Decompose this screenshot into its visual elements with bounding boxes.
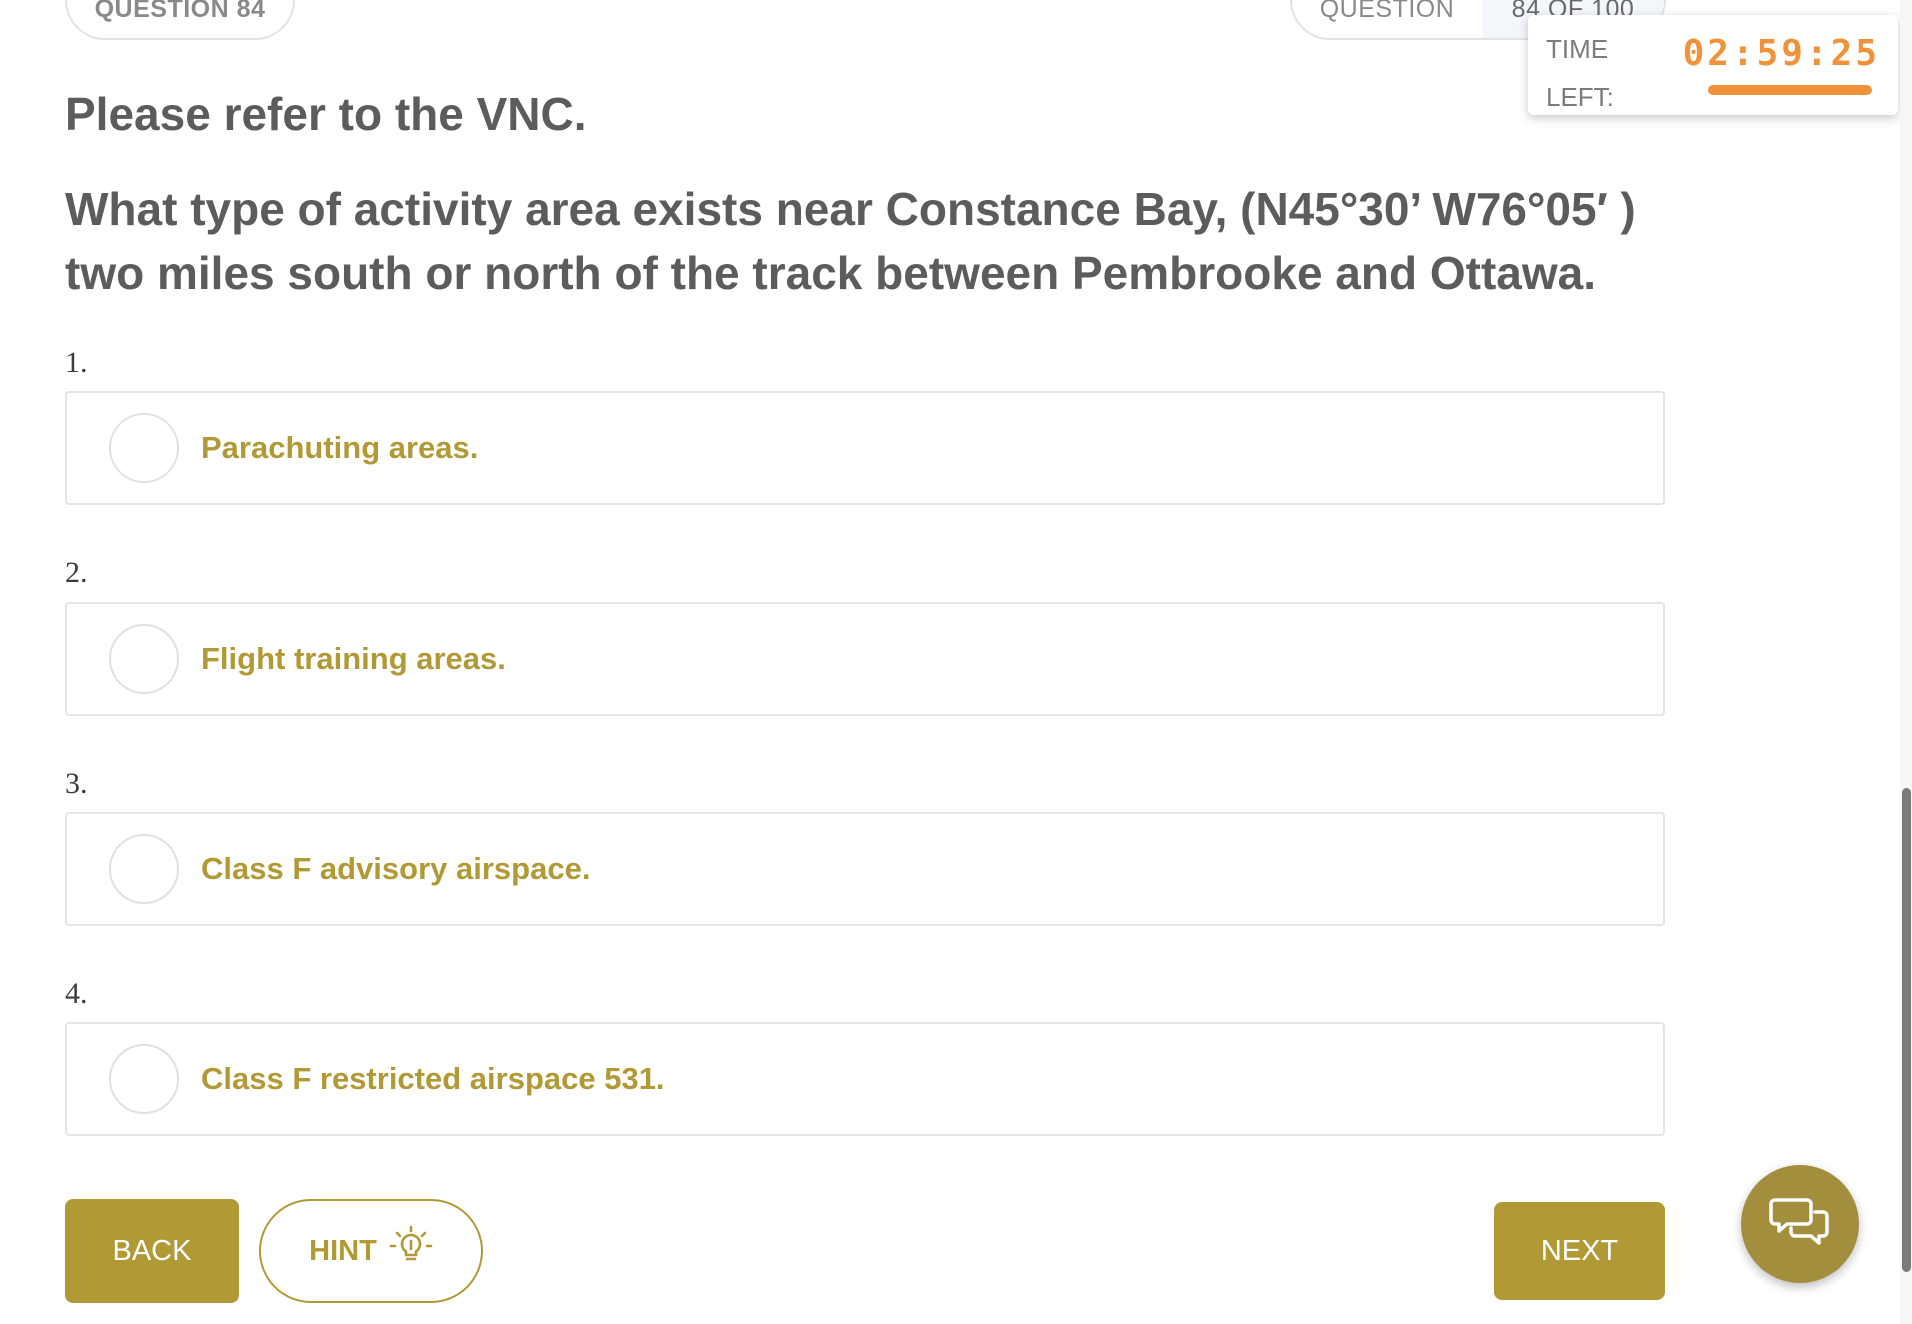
- option-number-1: 1.: [65, 346, 88, 379]
- timer-value: 02:59:25: [1682, 33, 1880, 74]
- answer-option-3[interactable]: Class F advisory airspace.: [65, 812, 1665, 926]
- radio-button-2[interactable]: [109, 624, 179, 694]
- answer-option-4-text: Class F restricted airspace 531.: [201, 1061, 665, 1096]
- answer-option-1[interactable]: Parachuting areas.: [65, 391, 1665, 505]
- lightbulb-icon: [389, 1225, 433, 1277]
- option-number-2: 2.: [65, 556, 88, 589]
- chat-button[interactable]: [1741, 1165, 1859, 1283]
- question-counter-label: QUESTION: [1319, 0, 1455, 23]
- hint-button[interactable]: HINT: [259, 1199, 483, 1303]
- answer-option-2[interactable]: Flight training areas.: [65, 602, 1665, 716]
- timer-progress-bar: [1708, 85, 1872, 95]
- question-number-label: QUESTION 84: [94, 0, 266, 23]
- option-number-4: 4.: [65, 977, 88, 1010]
- radio-button-4[interactable]: [109, 1044, 179, 1114]
- question-number-pill: QUESTION 84: [65, 0, 295, 40]
- option-number-3: 3.: [65, 767, 88, 800]
- chat-bubbles-icon: [1769, 1194, 1831, 1255]
- answer-option-2-text: Flight training areas.: [201, 641, 506, 676]
- question-prompt: Please refer to the VNC.: [65, 88, 587, 140]
- radio-button-3[interactable]: [109, 834, 179, 904]
- answer-option-1-text: Parachuting areas.: [201, 430, 479, 465]
- answer-option-3-text: Class F advisory airspace.: [201, 851, 591, 886]
- scrollbar-track[interactable]: [1900, 0, 1912, 1324]
- scrollbar-thumb[interactable]: [1902, 788, 1911, 1272]
- hint-button-label: HINT: [309, 1234, 377, 1267]
- back-button[interactable]: BACK: [65, 1199, 239, 1303]
- radio-button-1[interactable]: [109, 413, 179, 483]
- next-button[interactable]: NEXT: [1494, 1202, 1665, 1300]
- question-text: What type of activity area exists near C…: [65, 183, 1636, 299]
- answer-option-4[interactable]: Class F restricted airspace 531.: [65, 1022, 1665, 1136]
